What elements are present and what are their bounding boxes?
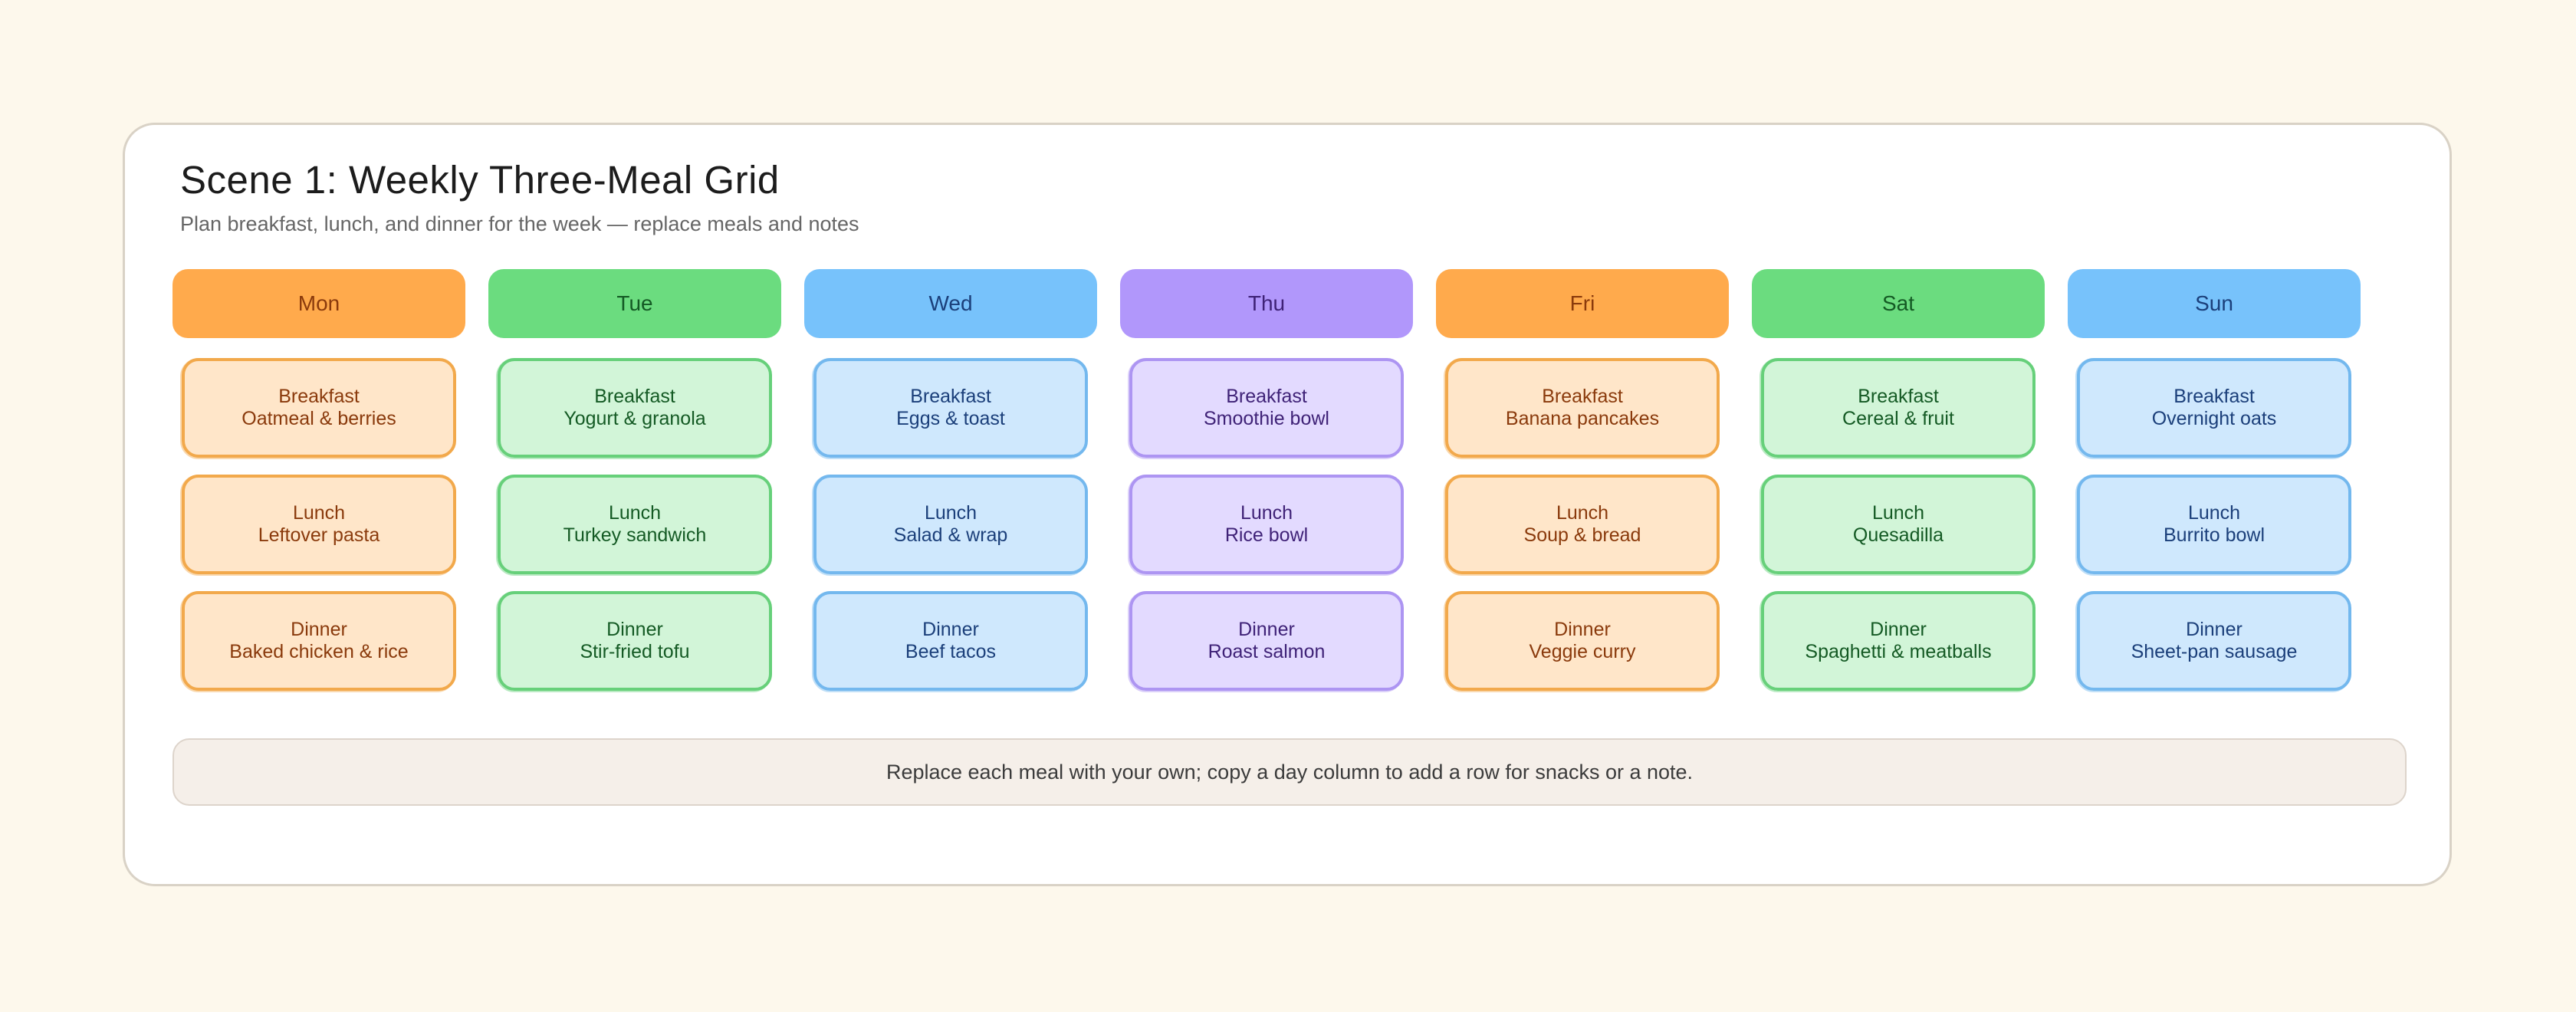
meal-item: Quesadilla <box>1852 524 1944 546</box>
meal-label: Dinner <box>2186 619 2242 640</box>
meal-label: Breakfast <box>594 386 675 407</box>
meal-cell-dinner[interactable]: Dinner Veggie curry <box>1444 591 1720 692</box>
meal-cell-breakfast[interactable]: Breakfast Smoothie bowl <box>1128 358 1404 459</box>
meal-cell-lunch[interactable]: Lunch Quesadilla <box>1760 475 2036 576</box>
meal-item: Salad & wrap <box>893 524 1008 546</box>
meal-cell-breakfast[interactable]: Breakfast Banana pancakes <box>1444 358 1720 459</box>
meal-item: Burrito bowl <box>2164 524 2265 546</box>
meal-item: Eggs & toast <box>896 408 1005 429</box>
meal-cell-breakfast[interactable]: Breakfast Eggs & toast <box>812 358 1088 459</box>
meal-label: Lunch <box>292 502 346 524</box>
meal-item: Veggie curry <box>1529 641 1636 662</box>
meal-label: Dinner <box>606 619 663 640</box>
meal-item: Smoothie bowl <box>1204 408 1329 429</box>
meal-item: Sheet-pan sausage <box>2131 641 2298 662</box>
meal-cell-lunch[interactable]: Lunch Salad & wrap <box>812 475 1088 576</box>
meal-item: Yogurt & granola <box>564 408 706 429</box>
meal-label: Breakfast <box>910 386 991 407</box>
meal-label: Lunch <box>608 502 662 524</box>
meal-cell-dinner[interactable]: Dinner Roast salmon <box>1128 591 1404 692</box>
meal-cell-breakfast[interactable]: Breakfast Oatmeal & berries <box>180 358 456 459</box>
meal-plan-card: Scene 1: Weekly Three-Meal Grid Plan bre… <box>123 123 2452 886</box>
meal-cell-dinner[interactable]: Dinner Spaghetti & meatballs <box>1760 591 2036 692</box>
meal-label: Dinner <box>291 619 347 640</box>
day-header: Sun <box>2068 269 2361 338</box>
day-header: Thu <box>1120 269 1413 338</box>
meal-item: Baked chicken & rice <box>229 641 409 662</box>
day-header: Sat <box>1752 269 2045 338</box>
meal-item: Soup & bread <box>1523 524 1641 546</box>
footer-note: Replace each meal with your own; copy a … <box>172 738 2407 806</box>
meal-label: Breakfast <box>1226 386 1307 407</box>
meal-cell-breakfast[interactable]: Breakfast Overnight oats <box>2075 358 2351 459</box>
meal-cell-lunch[interactable]: Lunch Soup & bread <box>1444 475 1720 576</box>
meal-cell-dinner[interactable]: Dinner Beef tacos <box>812 591 1088 692</box>
meal-item: Stir-fried tofu <box>580 641 690 662</box>
meal-item: Oatmeal & berries <box>242 408 396 429</box>
meal-label: Breakfast <box>2174 386 2255 407</box>
meal-item: Beef tacos <box>905 641 997 662</box>
meal-item: Turkey sandwich <box>563 524 707 546</box>
meal-cell-breakfast[interactable]: Breakfast Cereal & fruit <box>1760 358 2036 459</box>
day-header: Fri <box>1436 269 1729 338</box>
meal-label: Breakfast <box>1542 386 1623 407</box>
meal-label: Breakfast <box>1858 386 1939 407</box>
meal-label: Lunch <box>1556 502 1609 524</box>
meal-cell-dinner[interactable]: Dinner Baked chicken & rice <box>180 591 456 692</box>
day-header: Wed <box>804 269 1097 338</box>
meal-cell-dinner[interactable]: Dinner Sheet-pan sausage <box>2075 591 2351 692</box>
meal-item: Leftover pasta <box>258 524 380 546</box>
day-header: Mon <box>172 269 465 338</box>
meal-cell-breakfast[interactable]: Breakfast Yogurt & granola <box>496 358 772 459</box>
meal-label: Lunch <box>1240 502 1293 524</box>
meal-label: Dinner <box>1238 619 1295 640</box>
meal-cell-dinner[interactable]: Dinner Stir-fried tofu <box>496 591 772 692</box>
meal-item: Roast salmon <box>1208 641 1326 662</box>
meal-label: Breakfast <box>278 386 360 407</box>
meal-item: Banana pancakes <box>1505 408 1660 429</box>
meal-label: Dinner <box>1870 619 1927 640</box>
meal-item: Spaghetti & meatballs <box>1805 641 1992 662</box>
meal-item: Rice bowl <box>1224 524 1309 546</box>
page-subtitle: Plan breakfast, lunch, and dinner for th… <box>180 212 859 235</box>
meal-label: Dinner <box>1554 619 1611 640</box>
meal-label: Lunch <box>2187 502 2241 524</box>
meal-label: Dinner <box>922 619 979 640</box>
meal-cell-lunch[interactable]: Lunch Turkey sandwich <box>496 475 772 576</box>
meal-cell-lunch[interactable]: Lunch Rice bowl <box>1128 475 1404 576</box>
meal-label: Lunch <box>924 502 978 524</box>
meal-label: Lunch <box>1871 502 1925 524</box>
meal-item: Cereal & fruit <box>1842 408 1954 429</box>
day-header: Tue <box>488 269 781 338</box>
meal-cell-lunch[interactable]: Lunch Leftover pasta <box>180 475 456 576</box>
meal-item: Overnight oats <box>2151 408 2277 429</box>
page-title: Scene 1: Weekly Three-Meal Grid <box>180 158 780 202</box>
meal-cell-lunch[interactable]: Lunch Burrito bowl <box>2075 475 2351 576</box>
